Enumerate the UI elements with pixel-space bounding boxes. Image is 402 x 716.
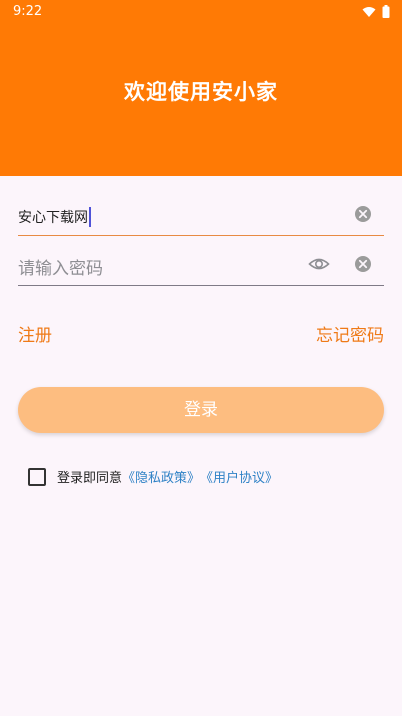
login-button[interactable]: 登录 [18,387,384,433]
battery-icon [382,5,390,18]
user-agreement-link[interactable]: 《用户协议》 [200,467,278,486]
wifi-icon [362,6,376,17]
page-title: 欢迎使用安小家 [124,80,278,104]
status-icons [362,5,390,18]
agreement-row: 登录即同意 《隐私政策》 《用户协议》 [28,467,278,486]
password-placeholder[interactable]: 请输入密码 [18,254,103,279]
agreement-text: 登录即同意 [57,471,123,486]
status-bar: 9:22 [0,0,402,24]
username-field[interactable]: 安心下载网 [18,195,384,236]
agreement-checkbox[interactable] [28,467,46,486]
text-caret [89,207,91,227]
privacy-policy-link[interactable]: 《隐私政策》 [122,467,200,486]
status-time: 9:22 [13,4,43,19]
password-field[interactable]: 请输入密码 [18,245,384,286]
register-link[interactable]: 注册 [18,321,52,346]
clear-username-icon[interactable] [354,205,372,223]
header-banner: 9:22 欢迎使用安小家 [0,0,402,176]
username-input[interactable]: 安心下载网 [18,207,91,228]
clear-password-icon[interactable] [354,255,372,273]
username-value: 安心下载网 [18,210,88,226]
eye-icon[interactable] [308,255,330,273]
forgot-password-link[interactable]: 忘记密码 [316,321,384,346]
